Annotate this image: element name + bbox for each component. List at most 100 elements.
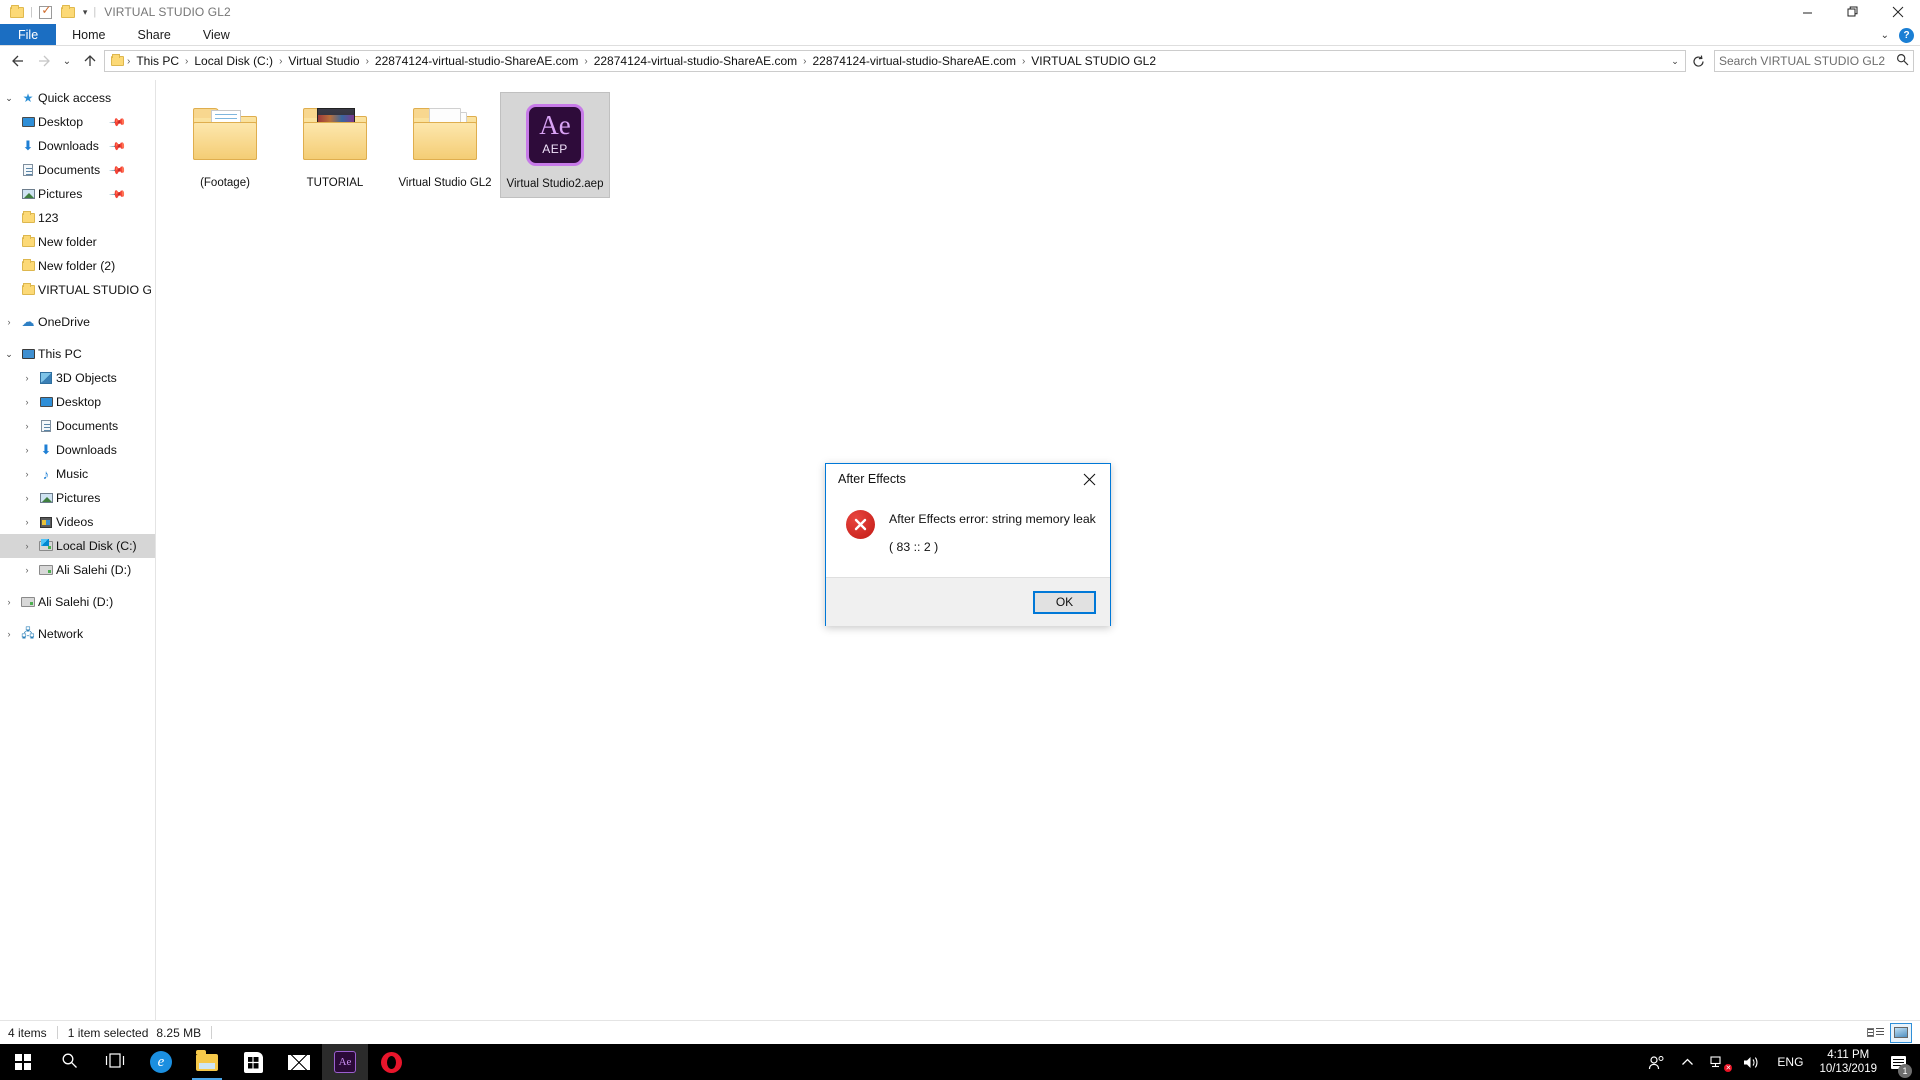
sidebar-item-new-folder[interactable]: New folder [0, 230, 155, 254]
chevron-right-icon[interactable]: › [18, 541, 36, 551]
sidebar-item-pc-documents[interactable]: › Documents [0, 414, 155, 438]
window-controls [1785, 0, 1920, 24]
after-effects-button[interactable]: Ae [322, 1044, 368, 1080]
sidebar-item-pictures[interactable]: Pictures 📌 [0, 182, 155, 206]
refresh-button[interactable] [1688, 50, 1708, 72]
chevron-right-icon[interactable]: › [0, 629, 18, 639]
breadcrumb-item-this-pc[interactable]: This PC [132, 54, 183, 68]
sidebar-item-3d-objects[interactable]: › 3D Objects [0, 366, 155, 390]
sidebar-group-ali-salehi-d[interactable]: › Ali Salehi (D:) [0, 590, 155, 614]
file-explorer-button[interactable] [184, 1044, 230, 1080]
sidebar-item-videos[interactable]: › Videos [0, 510, 155, 534]
recent-locations-button[interactable]: ⌄ [58, 49, 76, 73]
search-icon[interactable] [1896, 53, 1909, 69]
file-item-tutorial[interactable]: TUTORIAL [280, 92, 390, 198]
microsoft-store-button[interactable] [230, 1044, 276, 1080]
videos-icon [36, 516, 56, 528]
start-button[interactable] [0, 1044, 46, 1080]
chevron-down-icon[interactable]: ⌄ [0, 349, 18, 360]
mail-button[interactable] [276, 1044, 322, 1080]
sidebar-item-desktop[interactable]: Desktop 📌 [0, 110, 155, 134]
sidebar-group-network[interactable]: › 🖧 Network [0, 622, 155, 646]
restore-button[interactable] [1830, 0, 1875, 24]
view-buttons [1864, 1022, 1912, 1043]
tab-file[interactable]: File [0, 24, 57, 45]
sidebar-group-onedrive[interactable]: › ☁ OneDrive [0, 310, 155, 334]
qat-customize-caret-icon[interactable]: ▾ [79, 7, 92, 18]
tab-share[interactable]: Share [122, 24, 187, 45]
chevron-right-icon[interactable]: › [18, 469, 36, 479]
pin-icon[interactable]: 📌 [109, 185, 128, 203]
ok-button[interactable]: OK [1033, 590, 1096, 614]
sidebar-item-documents[interactable]: Documents 📌 [0, 158, 155, 182]
volume-icon[interactable] [1735, 1044, 1769, 1080]
chevron-right-icon[interactable]: › [18, 421, 36, 431]
breadcrumb-item-shareae-3[interactable]: 22874124-virtual-studio-ShareAE.com [809, 54, 1020, 68]
sidebar-item-virtual-studio-gl[interactable]: VIRTUAL STUDIO Gl [0, 278, 155, 302]
file-item-virtual-studio2-aep[interactable]: Ae AEP Virtual Studio2.aep [500, 92, 610, 198]
network-icon[interactable]: ✕ [1702, 1044, 1735, 1080]
breadcrumb-item-shareae-1[interactable]: 22874124-virtual-studio-ShareAE.com [371, 54, 582, 68]
breadcrumb-item-local-disk[interactable]: Local Disk (C:) [190, 54, 277, 68]
chevron-right-icon[interactable]: › [0, 597, 18, 607]
chevron-right-icon[interactable]: › [18, 517, 36, 527]
sidebar-item-new-folder-2[interactable]: New folder (2) [0, 254, 155, 278]
address-bar[interactable]: › This PC › Local Disk (C:) › Virtual St… [104, 50, 1686, 72]
task-view-button[interactable] [92, 1044, 138, 1080]
qat-folder-icon[interactable] [6, 1, 28, 23]
sidebar-group-quick-access[interactable]: ⌄ ★ Quick access [0, 86, 155, 110]
after-effects-error-dialog[interactable]: After Effects After Effects error: strin… [825, 463, 1111, 626]
opera-button[interactable] [368, 1044, 414, 1080]
close-button[interactable] [1875, 0, 1920, 24]
sidebar-group-this-pc[interactable]: ⌄ This PC [0, 342, 155, 366]
qat-new-folder-icon[interactable] [57, 1, 79, 23]
tab-home[interactable]: Home [56, 24, 121, 45]
chevron-down-icon[interactable]: ⌄ [1881, 30, 1889, 41]
breadcrumb-item-current-folder[interactable]: VIRTUAL STUDIO GL2 [1027, 54, 1160, 68]
chevron-right-icon[interactable]: › [18, 565, 36, 575]
file-item-footage[interactable]: (Footage) [170, 92, 280, 198]
forward-button[interactable] [32, 49, 56, 73]
clock[interactable]: 4:11 PM 10/13/2019 [1811, 1044, 1885, 1080]
pin-icon[interactable]: 📌 [109, 113, 128, 131]
chevron-right-icon[interactable]: › [18, 445, 36, 455]
search-button[interactable] [46, 1044, 92, 1080]
pin-icon[interactable]: 📌 [109, 137, 128, 155]
chevron-right-icon[interactable]: › [18, 397, 36, 407]
close-icon[interactable] [1068, 464, 1110, 494]
edge-button[interactable]: e [138, 1044, 184, 1080]
details-view-button[interactable] [1864, 1023, 1886, 1043]
search-box[interactable]: Search VIRTUAL STUDIO GL2 [1714, 50, 1914, 72]
network-icon: 🖧 [21, 625, 35, 640]
back-button[interactable] [6, 49, 30, 73]
sidebar-item-local-disk-c[interactable]: › Local Disk (C:) [0, 534, 155, 558]
chevron-right-icon[interactable]: › [0, 317, 18, 327]
up-button[interactable] [78, 49, 102, 73]
show-hidden-icons-button[interactable] [1673, 1044, 1702, 1080]
tab-view[interactable]: View [187, 24, 246, 45]
language-indicator[interactable]: ENG [1769, 1044, 1811, 1080]
sidebar-item-pc-desktop[interactable]: › Desktop [0, 390, 155, 414]
sidebar-item-pc-pictures[interactable]: › Pictures [0, 486, 155, 510]
people-icon[interactable] [1640, 1044, 1673, 1080]
chevron-right-icon[interactable]: › [18, 373, 36, 383]
breadcrumb-item-shareae-2[interactable]: 22874124-virtual-studio-ShareAE.com [590, 54, 801, 68]
file-item-virtual-studio-gl2[interactable]: Virtual Studio GL2 [390, 92, 500, 198]
search-input[interactable]: Search VIRTUAL STUDIO GL2 [1719, 54, 1896, 68]
sidebar-item-music[interactable]: › ♪ Music [0, 462, 155, 486]
address-dropdown-icon[interactable]: ⌄ [1667, 56, 1683, 67]
qat-checkbox-icon[interactable] [35, 1, 57, 23]
chevron-down-icon[interactable]: ⌄ [0, 93, 18, 104]
breadcrumb-item-virtual-studio[interactable]: Virtual Studio [284, 54, 363, 68]
sidebar-item-ali-salehi-d-nested[interactable]: › Ali Salehi (D:) [0, 558, 155, 582]
sidebar-item-downloads[interactable]: ⬇ Downloads 📌 [0, 134, 155, 158]
minimize-button[interactable] [1785, 0, 1830, 24]
pin-icon[interactable]: 📌 [109, 161, 128, 179]
large-icons-view-button[interactable] [1890, 1022, 1912, 1043]
help-icon[interactable]: ? [1899, 27, 1914, 43]
sidebar-item-123[interactable]: 123 [0, 206, 155, 230]
chevron-right-icon[interactable]: › [18, 493, 36, 503]
notifications-button[interactable]: 1 [1885, 1044, 1916, 1080]
sidebar-group-label: This PC [38, 347, 82, 361]
sidebar-item-pc-downloads[interactable]: › ⬇ Downloads [0, 438, 155, 462]
